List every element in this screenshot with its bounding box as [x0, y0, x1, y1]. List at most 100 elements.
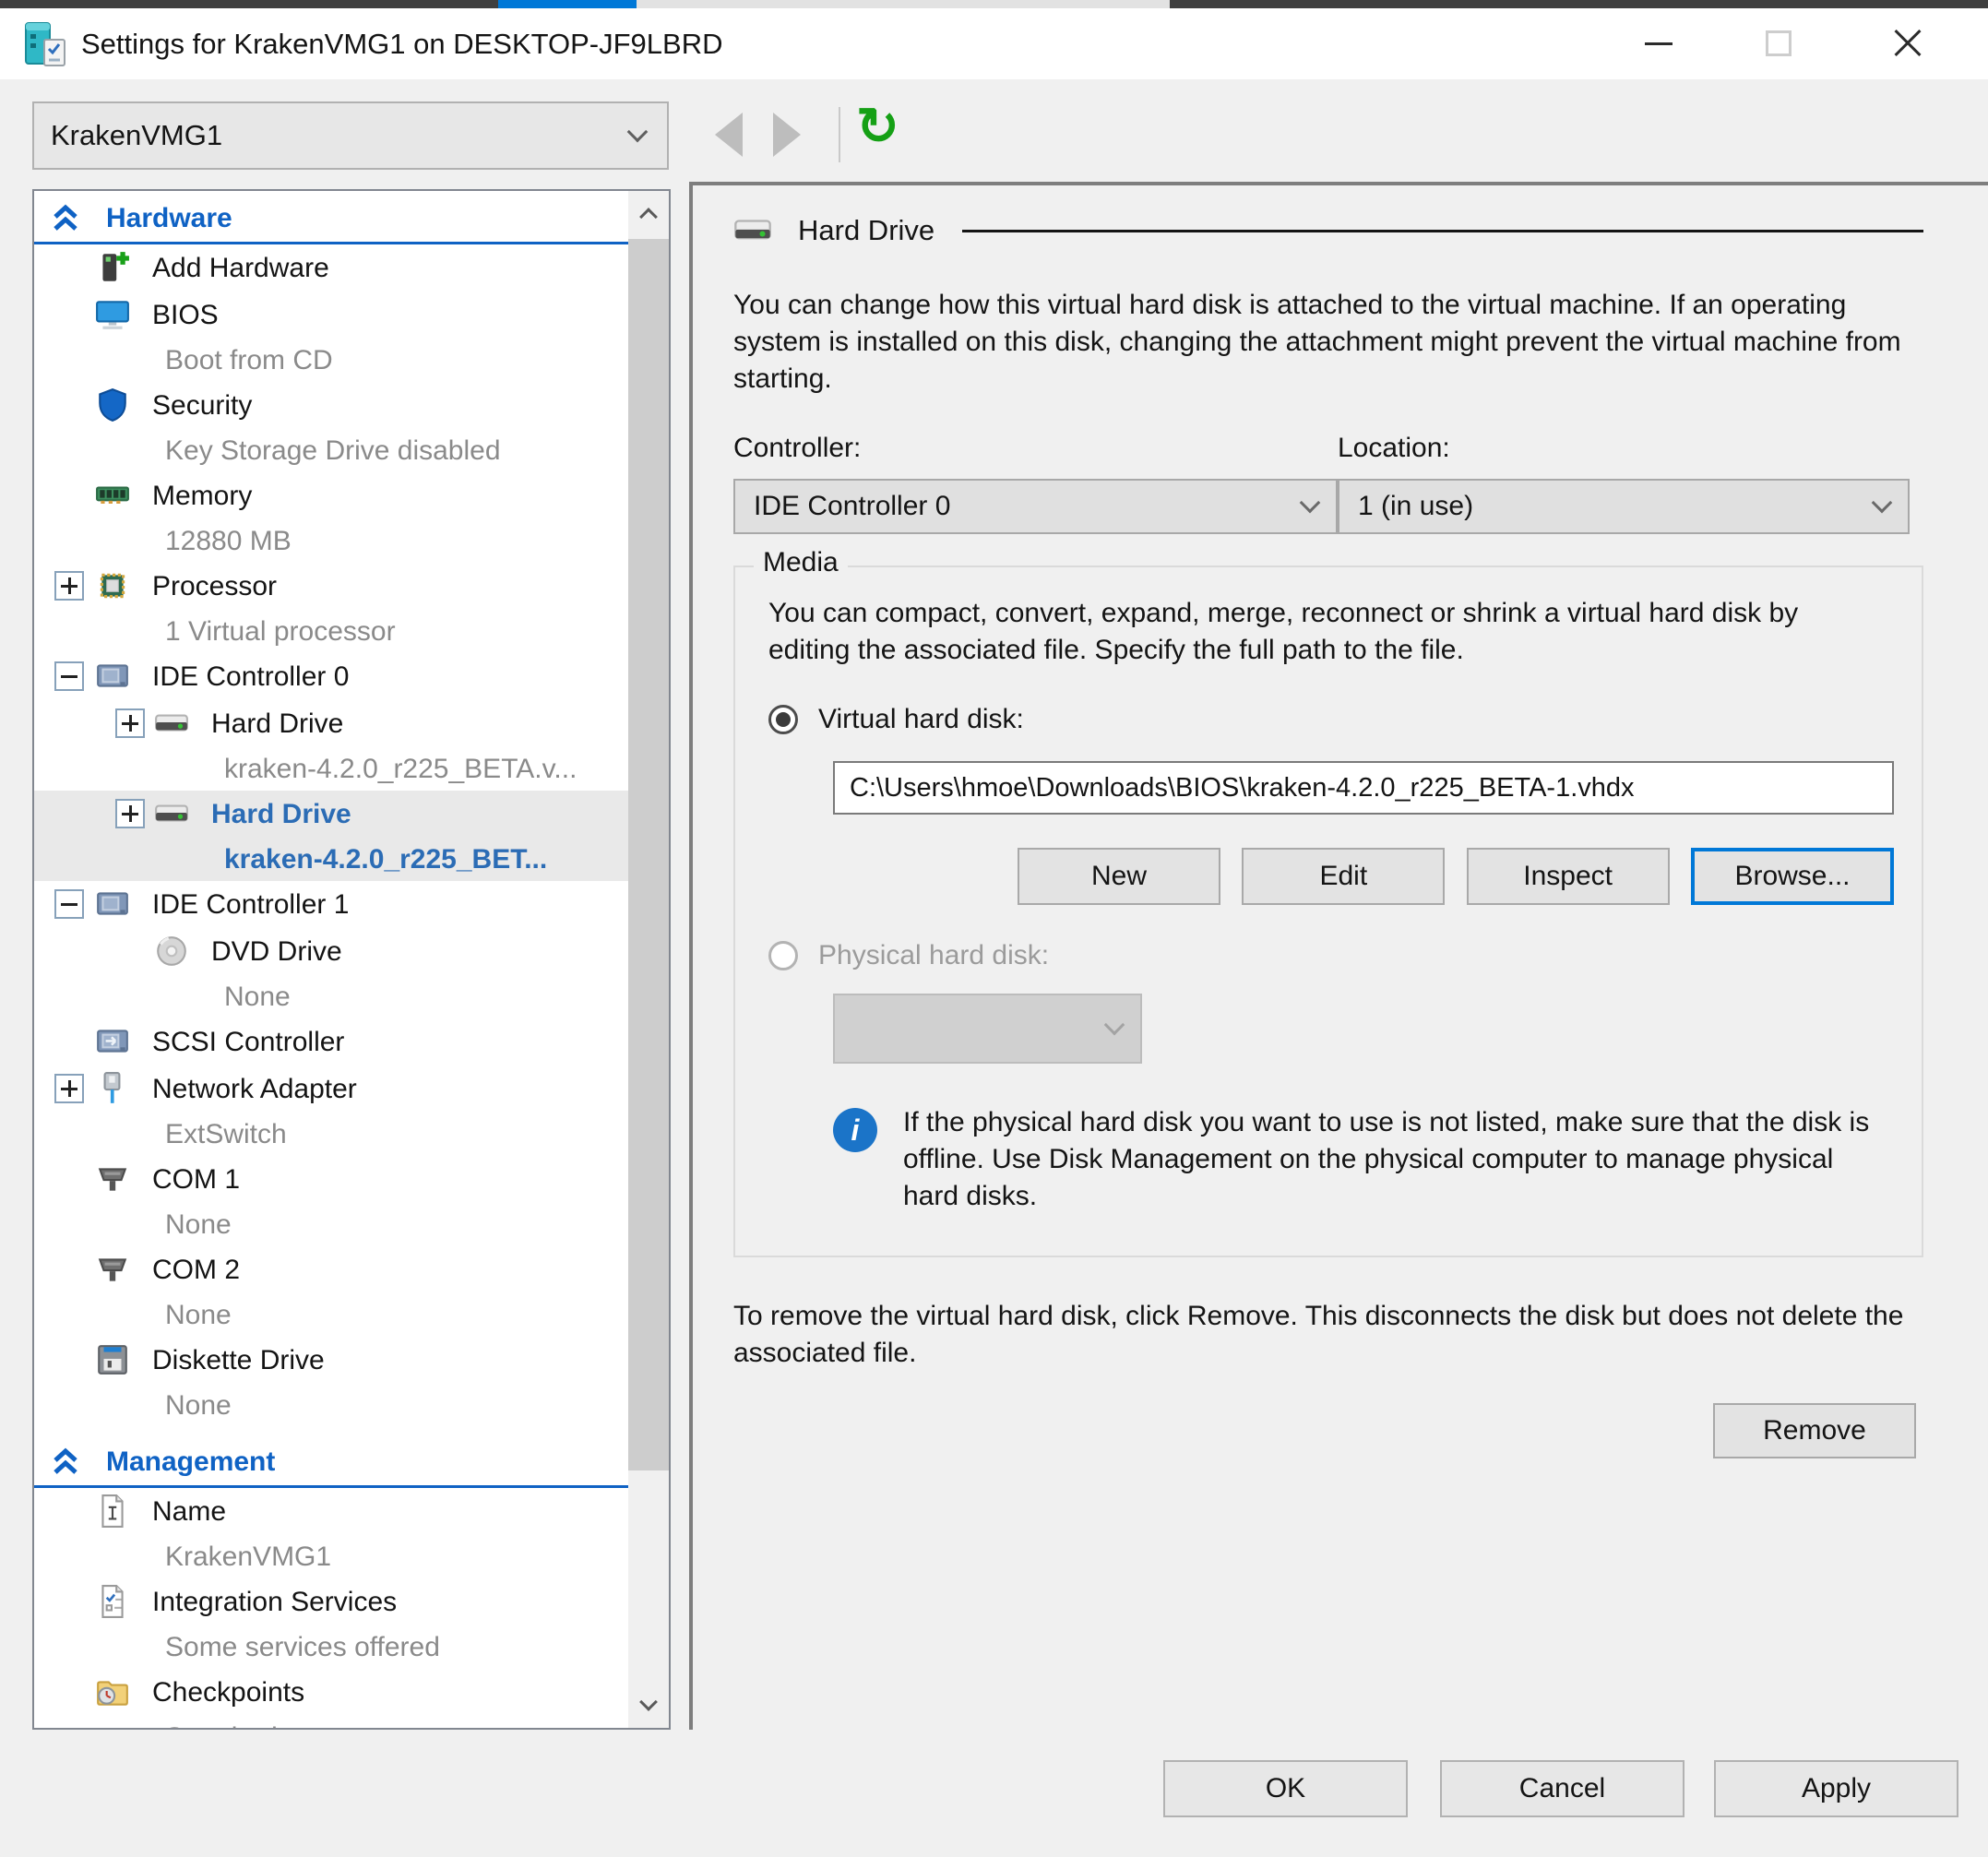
item-label: Processor: [152, 571, 277, 602]
sidebar-section-hardware[interactable]: Hardware: [34, 195, 630, 244]
collapse-icon[interactable]: [54, 661, 84, 691]
item-subtext: Some services offered: [165, 1632, 440, 1663]
sidebar-item-diskette-drive[interactable]: Diskette Drive: [34, 1337, 630, 1384]
close-button[interactable]: [1878, 16, 1937, 71]
sidebar-item-name[interactable]: Name: [34, 1488, 630, 1535]
scrollbar-down-button[interactable]: [628, 1684, 669, 1728]
apply-button[interactable]: Apply: [1714, 1760, 1958, 1817]
chevron-down-icon: [1104, 1015, 1125, 1036]
inspect-button[interactable]: Inspect: [1467, 848, 1670, 905]
sidebar-subtext-com-1-sub[interactable]: None: [34, 1203, 630, 1246]
sidebar-item-network-adapter[interactable]: Network Adapter: [34, 1065, 630, 1113]
sidebar-item-ide-controller-1[interactable]: IDE Controller 1: [34, 881, 630, 928]
minimize-button[interactable]: [1629, 16, 1688, 71]
sidebar-item-security[interactable]: Security: [34, 382, 630, 429]
controller-icon: [95, 659, 130, 694]
item-subtext: None: [224, 982, 291, 1013]
cancel-button[interactable]: Cancel: [1440, 1760, 1684, 1817]
panel-intro-text: You can change how this virtual hard dis…: [733, 287, 1905, 398]
expand-icon[interactable]: [115, 708, 145, 738]
item-label: Checkpoints: [152, 1677, 304, 1708]
scrollbar-thumb[interactable]: [628, 239, 669, 1470]
panel-header: Hard Drive: [733, 211, 1923, 250]
item-label: Name: [152, 1496, 226, 1528]
vm-selector[interactable]: KrakenVMG1: [32, 101, 669, 170]
sidebar-subtext-hard-drive-1-sub[interactable]: kraken-4.2.0_r225_BETA.v...: [34, 747, 630, 791]
item-subtext: 12880 MB: [165, 526, 292, 557]
sidebar-subtext-dvd-drive-sub[interactable]: None: [34, 975, 630, 1018]
sidebar-item-add-hardware[interactable]: Add Hardware: [34, 244, 630, 292]
sidebar-subtext-com-2-sub[interactable]: None: [34, 1293, 630, 1337]
controller-select[interactable]: IDE Controller 0: [733, 479, 1338, 534]
sidebar-subtext-diskette-drive-sub[interactable]: None: [34, 1384, 630, 1427]
checkpoints-icon: [95, 1674, 130, 1709]
sidebar-item-bios[interactable]: BIOS: [34, 292, 630, 339]
item-label: IDE Controller 1: [152, 889, 349, 921]
expand-icon[interactable]: [54, 1074, 84, 1103]
com-icon: [95, 1252, 130, 1287]
item-subtext: kraken-4.2.0_r225_BETA.v...: [224, 754, 577, 785]
network-icon: [95, 1071, 130, 1106]
maximize-button: [1749, 16, 1808, 71]
expand-icon[interactable]: [115, 799, 145, 828]
media-description: You can compact, convert, expand, merge,…: [768, 595, 1885, 669]
maximize-icon: [1766, 30, 1792, 56]
background-accent-segment: [498, 0, 637, 8]
sidebar-section-management[interactable]: Management: [34, 1438, 630, 1488]
chevron-up-icon: [639, 208, 658, 226]
sidebar-subtext-name-sub[interactable]: KrakenVMG1: [34, 1535, 630, 1578]
chevron-down-icon: [1872, 493, 1893, 514]
media-group-label: Media: [754, 547, 848, 578]
sidebar-item-hard-drive-1[interactable]: Hard Drive: [34, 700, 630, 747]
diskette-icon: [95, 1342, 130, 1377]
item-label: COM 1: [152, 1164, 240, 1196]
collapse-section-icon[interactable]: [49, 202, 82, 235]
sidebar-item-dvd-drive[interactable]: DVD Drive: [34, 928, 630, 975]
vhd-path-input[interactable]: C:\Users\hmoe\Downloads\BIOS\kraken-4.2.…: [833, 761, 1894, 815]
settings-window: Settings for KrakenVMG1 on DESKTOP-JF9LB…: [0, 0, 1988, 1857]
expand-icon[interactable]: [54, 571, 84, 601]
sidebar-subtext-hard-drive-2-sub[interactable]: kraken-4.2.0_r225_BET...: [34, 838, 630, 881]
sidebar-subtext-network-adapter-sub[interactable]: ExtSwitch: [34, 1113, 630, 1156]
refresh-button[interactable]: ↻: [856, 96, 899, 157]
physical-hard-disk-radio: [768, 941, 798, 970]
scrollbar-up-button[interactable]: [628, 191, 669, 235]
collapse-section-icon[interactable]: [49, 1446, 82, 1479]
sidebar-item-com-2[interactable]: COM 2: [34, 1246, 630, 1293]
sidebar-item-integration-services[interactable]: Integration Services: [34, 1578, 630, 1625]
sidebar-subtext-bios-sub[interactable]: Boot from CD: [34, 339, 630, 382]
item-subtext: kraken-4.2.0_r225_BET...: [224, 844, 547, 875]
edit-button[interactable]: Edit: [1242, 848, 1445, 905]
controller-label: Controller:: [733, 433, 1338, 464]
sidebar-item-checkpoints[interactable]: Checkpoints: [34, 1669, 630, 1716]
tree-scrollbar[interactable]: [628, 191, 669, 1728]
sidebar-subtext-integration-services-sub[interactable]: Some services offered: [34, 1625, 630, 1669]
item-label: Network Adapter: [152, 1074, 357, 1105]
browse-button[interactable]: Browse...: [1691, 848, 1894, 905]
sidebar-subtext-checkpoints-sub[interactable]: Standard: [34, 1716, 630, 1730]
virtual-hard-disk-radio[interactable]: [768, 705, 798, 734]
add-hardware-icon: [95, 250, 130, 285]
location-select[interactable]: 1 (in use): [1338, 479, 1910, 534]
sidebar-item-scsi-controller[interactable]: SCSI Controller: [34, 1018, 630, 1065]
physical-disk-select: [833, 994, 1142, 1064]
sidebar-item-ide-controller-0[interactable]: IDE Controller 0: [34, 653, 630, 700]
sidebar-subtext-processor-sub[interactable]: 1 Virtual processor: [34, 610, 630, 653]
new-button[interactable]: New: [1018, 848, 1220, 905]
forward-button[interactable]: [773, 113, 801, 157]
back-button[interactable]: [715, 113, 743, 157]
hard-drive-icon: [733, 211, 772, 250]
sidebar-item-hard-drive-2[interactable]: Hard Drive: [34, 791, 630, 838]
hardware-tree: HardwareAdd HardwareBIOSBoot from CDSecu…: [32, 189, 671, 1730]
info-icon: [833, 1108, 877, 1152]
sidebar-item-memory[interactable]: Memory: [34, 472, 630, 519]
remove-button[interactable]: Remove: [1713, 1403, 1916, 1458]
sidebar-item-com-1[interactable]: COM 1: [34, 1156, 630, 1203]
collapse-icon[interactable]: [54, 889, 84, 919]
ok-button[interactable]: OK: [1163, 1760, 1408, 1817]
item-subtext: KrakenVMG1: [165, 1542, 331, 1573]
sidebar-subtext-memory-sub[interactable]: 12880 MB: [34, 519, 630, 563]
sidebar-item-processor[interactable]: Processor: [34, 563, 630, 610]
item-label: DVD Drive: [211, 936, 342, 968]
sidebar-subtext-security-sub[interactable]: Key Storage Drive disabled: [34, 429, 630, 472]
